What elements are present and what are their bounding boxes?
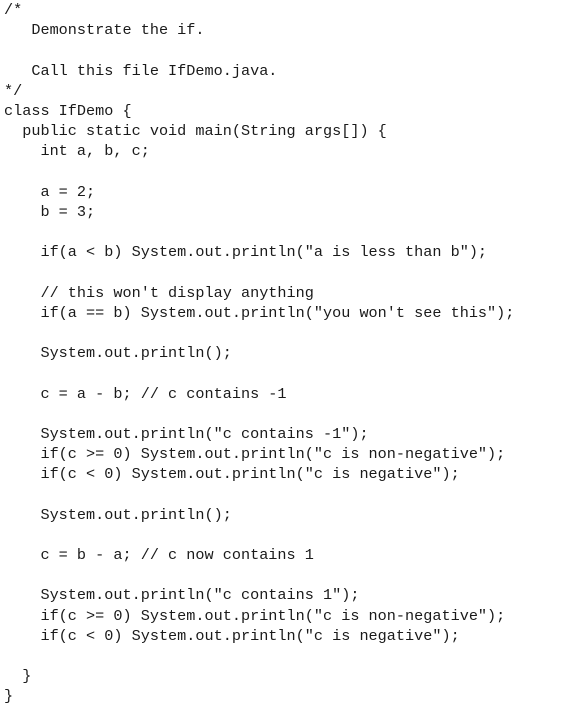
code-line: Demonstrate the if. — [4, 21, 205, 40]
code-line: } — [4, 667, 32, 686]
code-line: Call this file IfDemo.java. — [4, 61, 278, 80]
code-line: /* — [4, 1, 23, 19]
code-line: System.out.println(); — [4, 344, 232, 363]
code-line: c = b - a; // c now contains 1 — [4, 546, 314, 565]
code-line: if(c < 0) System.out.println("c is negat… — [4, 626, 460, 645]
code-line: if(c < 0) System.out.println("c is negat… — [4, 465, 460, 484]
code-line: System.out.println("c contains -1"); — [4, 424, 369, 443]
code-line: if(c >= 0) System.out.println("c is non-… — [4, 606, 506, 625]
code-line: if(c >= 0) System.out.println("c is non-… — [4, 445, 506, 464]
code-line: a = 2; — [4, 182, 96, 201]
code-line: c = a - b; // c contains -1 — [4, 384, 287, 403]
code-line: if(a < b) System.out.println("a is less … — [4, 243, 488, 262]
code-line: System.out.println(); — [4, 505, 232, 524]
code-line: b = 3; — [4, 202, 96, 221]
code-line: if(a == b) System.out.println("you won't… — [4, 303, 515, 322]
code-listing: /* Demonstrate the if. Call this file If… — [4, 0, 514, 707]
code-line: public static void main(String args[]) { — [4, 122, 387, 141]
code-line: } — [4, 687, 14, 706]
code-line: class IfDemo { — [4, 101, 132, 120]
code-line: // this won't display anything — [4, 283, 314, 302]
code-line: System.out.println("c contains 1"); — [4, 586, 360, 605]
code-line: */ — [4, 81, 23, 100]
code-line: int a, b, c; — [4, 142, 150, 161]
